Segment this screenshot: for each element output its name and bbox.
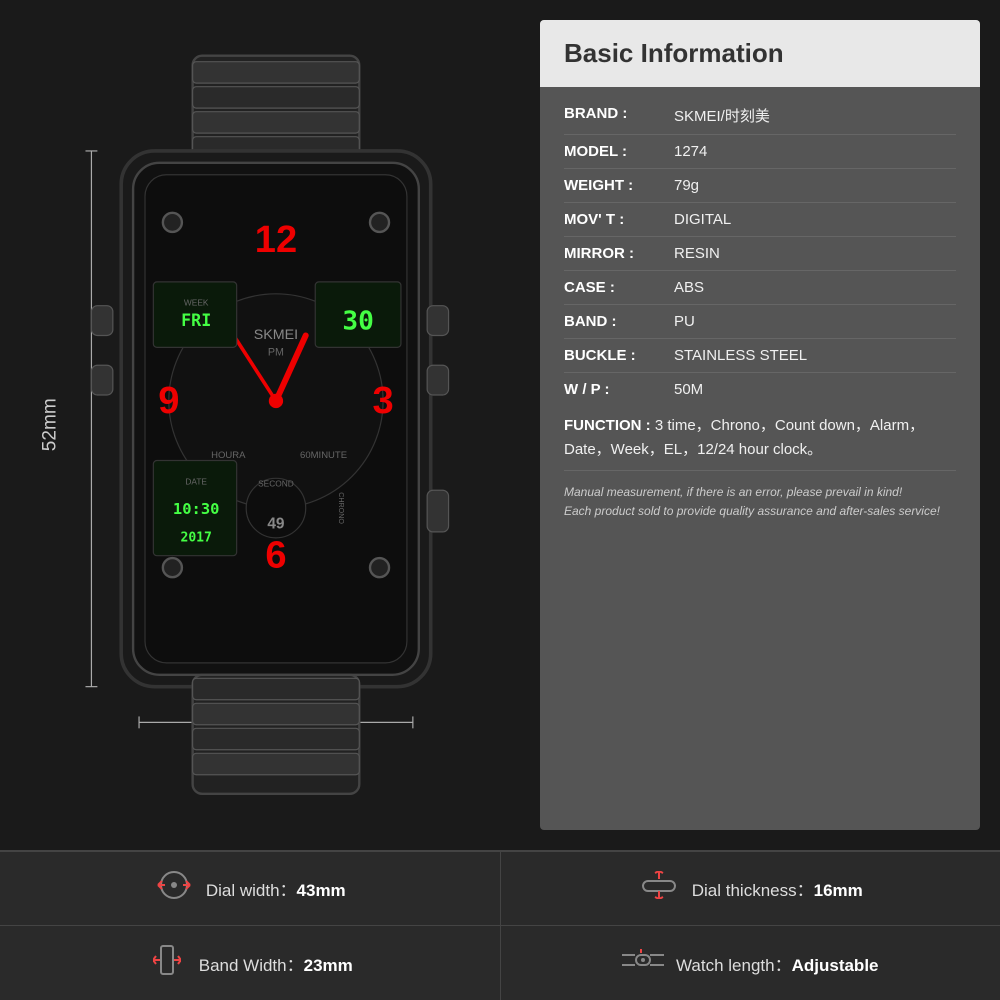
svg-text:12: 12 bbox=[255, 219, 297, 261]
info-row: CASE :ABS bbox=[564, 271, 956, 305]
svg-text:WEEK: WEEK bbox=[184, 298, 209, 308]
info-row: BUCKLE :STAINLESS STEEL bbox=[564, 339, 956, 373]
row-value: ABS bbox=[674, 279, 956, 296]
svg-text:2017: 2017 bbox=[180, 530, 212, 545]
note-line2: Each product sold to provide quality ass… bbox=[564, 502, 956, 521]
info-row: MIRROR :RESIN bbox=[564, 237, 956, 271]
row-key: BRAND : bbox=[564, 105, 674, 122]
info-rows-container: BRAND :SKMEI/时刻美MODEL :1274WEIGHT :79gMO… bbox=[564, 97, 956, 406]
info-row: MODEL :1274 bbox=[564, 135, 956, 169]
row-key: MIRROR : bbox=[564, 245, 674, 262]
specs-row-1: Dial width：43mm Dia bbox=[0, 852, 1000, 927]
svg-text:SKMEI: SKMEI bbox=[254, 327, 298, 343]
row-key: WEIGHT : bbox=[564, 177, 674, 194]
row-key: CASE : bbox=[564, 279, 674, 296]
top-section: 52mm 43mm bbox=[0, 0, 1000, 850]
row-value: 1274 bbox=[674, 143, 956, 160]
row-key: BAND : bbox=[564, 313, 674, 330]
note-line1: Manual measurement, if there is an error… bbox=[564, 483, 956, 502]
band-width-icon bbox=[147, 941, 187, 986]
main-container: 52mm 43mm bbox=[0, 0, 1000, 1000]
svg-text:SECOND: SECOND bbox=[258, 479, 294, 489]
info-row: W / P :50M bbox=[564, 373, 956, 406]
row-key: BUCKLE : bbox=[564, 347, 674, 364]
svg-text:60MINUTE: 60MINUTE bbox=[300, 450, 347, 461]
row-value: 50M bbox=[674, 381, 956, 398]
row-value: 79g bbox=[674, 177, 956, 194]
info-body: BRAND :SKMEI/时刻美MODEL :1274WEIGHT :79gMO… bbox=[540, 87, 980, 537]
function-key: FUNCTION : bbox=[564, 417, 651, 434]
dial-thickness-label: Dial thickness：16mm bbox=[692, 876, 863, 901]
band-width-label: Band Width：23mm bbox=[199, 951, 353, 976]
spec-dial-thickness: Dial thickness：16mm bbox=[501, 852, 1000, 926]
svg-text:PM: PM bbox=[268, 347, 284, 359]
svg-text:30: 30 bbox=[342, 307, 374, 337]
svg-text:CHRONO: CHRONO bbox=[337, 492, 345, 524]
spec-band-width: Band Width：23mm bbox=[0, 926, 501, 1000]
row-value: STAINLESS STEEL bbox=[674, 347, 956, 364]
info-row: MOV' T :DIGITAL bbox=[564, 203, 956, 237]
svg-text:FRI: FRI bbox=[181, 311, 211, 330]
svg-text:6: 6 bbox=[265, 535, 286, 577]
row-value: PU bbox=[674, 313, 956, 330]
row-value: RESIN bbox=[674, 245, 956, 262]
dial-width-icon bbox=[154, 866, 194, 911]
spec-watch-length: Watch length：Adjustable bbox=[501, 926, 1000, 1000]
svg-text:HOURA: HOURA bbox=[211, 450, 246, 461]
info-panel: Basic Information BRAND :SKMEI/时刻美MODEL … bbox=[540, 20, 980, 830]
svg-text:3: 3 bbox=[373, 380, 394, 422]
info-title: Basic Information bbox=[540, 20, 980, 87]
row-key: MODEL : bbox=[564, 143, 674, 160]
function-row: FUNCTION : 3 time，Chrono，Count down，Alar… bbox=[564, 406, 956, 471]
info-row: BRAND :SKMEI/时刻美 bbox=[564, 97, 956, 135]
svg-text:49: 49 bbox=[267, 515, 285, 532]
row-value: SKMEI/时刻美 bbox=[674, 105, 956, 126]
info-row: BAND :PU bbox=[564, 305, 956, 339]
spec-dial-width: Dial width：43mm bbox=[0, 852, 501, 926]
row-value: DIGITAL bbox=[674, 211, 956, 228]
row-key: W / P : bbox=[564, 381, 674, 398]
watch-length-icon bbox=[622, 946, 664, 981]
dial-width-label: Dial width：43mm bbox=[206, 876, 346, 901]
svg-text:9: 9 bbox=[158, 380, 179, 422]
bottom-specs-bar: Dial width：43mm Dia bbox=[0, 850, 1000, 1000]
specs-row-2: Band Width：23mm bbox=[0, 926, 1000, 1000]
info-row: WEIGHT :79g bbox=[564, 169, 956, 203]
svg-text:52mm: 52mm bbox=[40, 398, 61, 451]
info-note: Manual measurement, if there is an error… bbox=[564, 483, 956, 521]
watch-length-label: Watch length：Adjustable bbox=[676, 951, 879, 976]
watch-area: 52mm 43mm bbox=[20, 20, 520, 830]
svg-text:DATE: DATE bbox=[185, 476, 207, 486]
dial-thickness-icon bbox=[638, 871, 680, 906]
watch-diagram: 52mm 43mm bbox=[20, 20, 520, 830]
svg-text:10:30: 10:30 bbox=[173, 500, 220, 518]
row-key: MOV' T : bbox=[564, 211, 674, 228]
